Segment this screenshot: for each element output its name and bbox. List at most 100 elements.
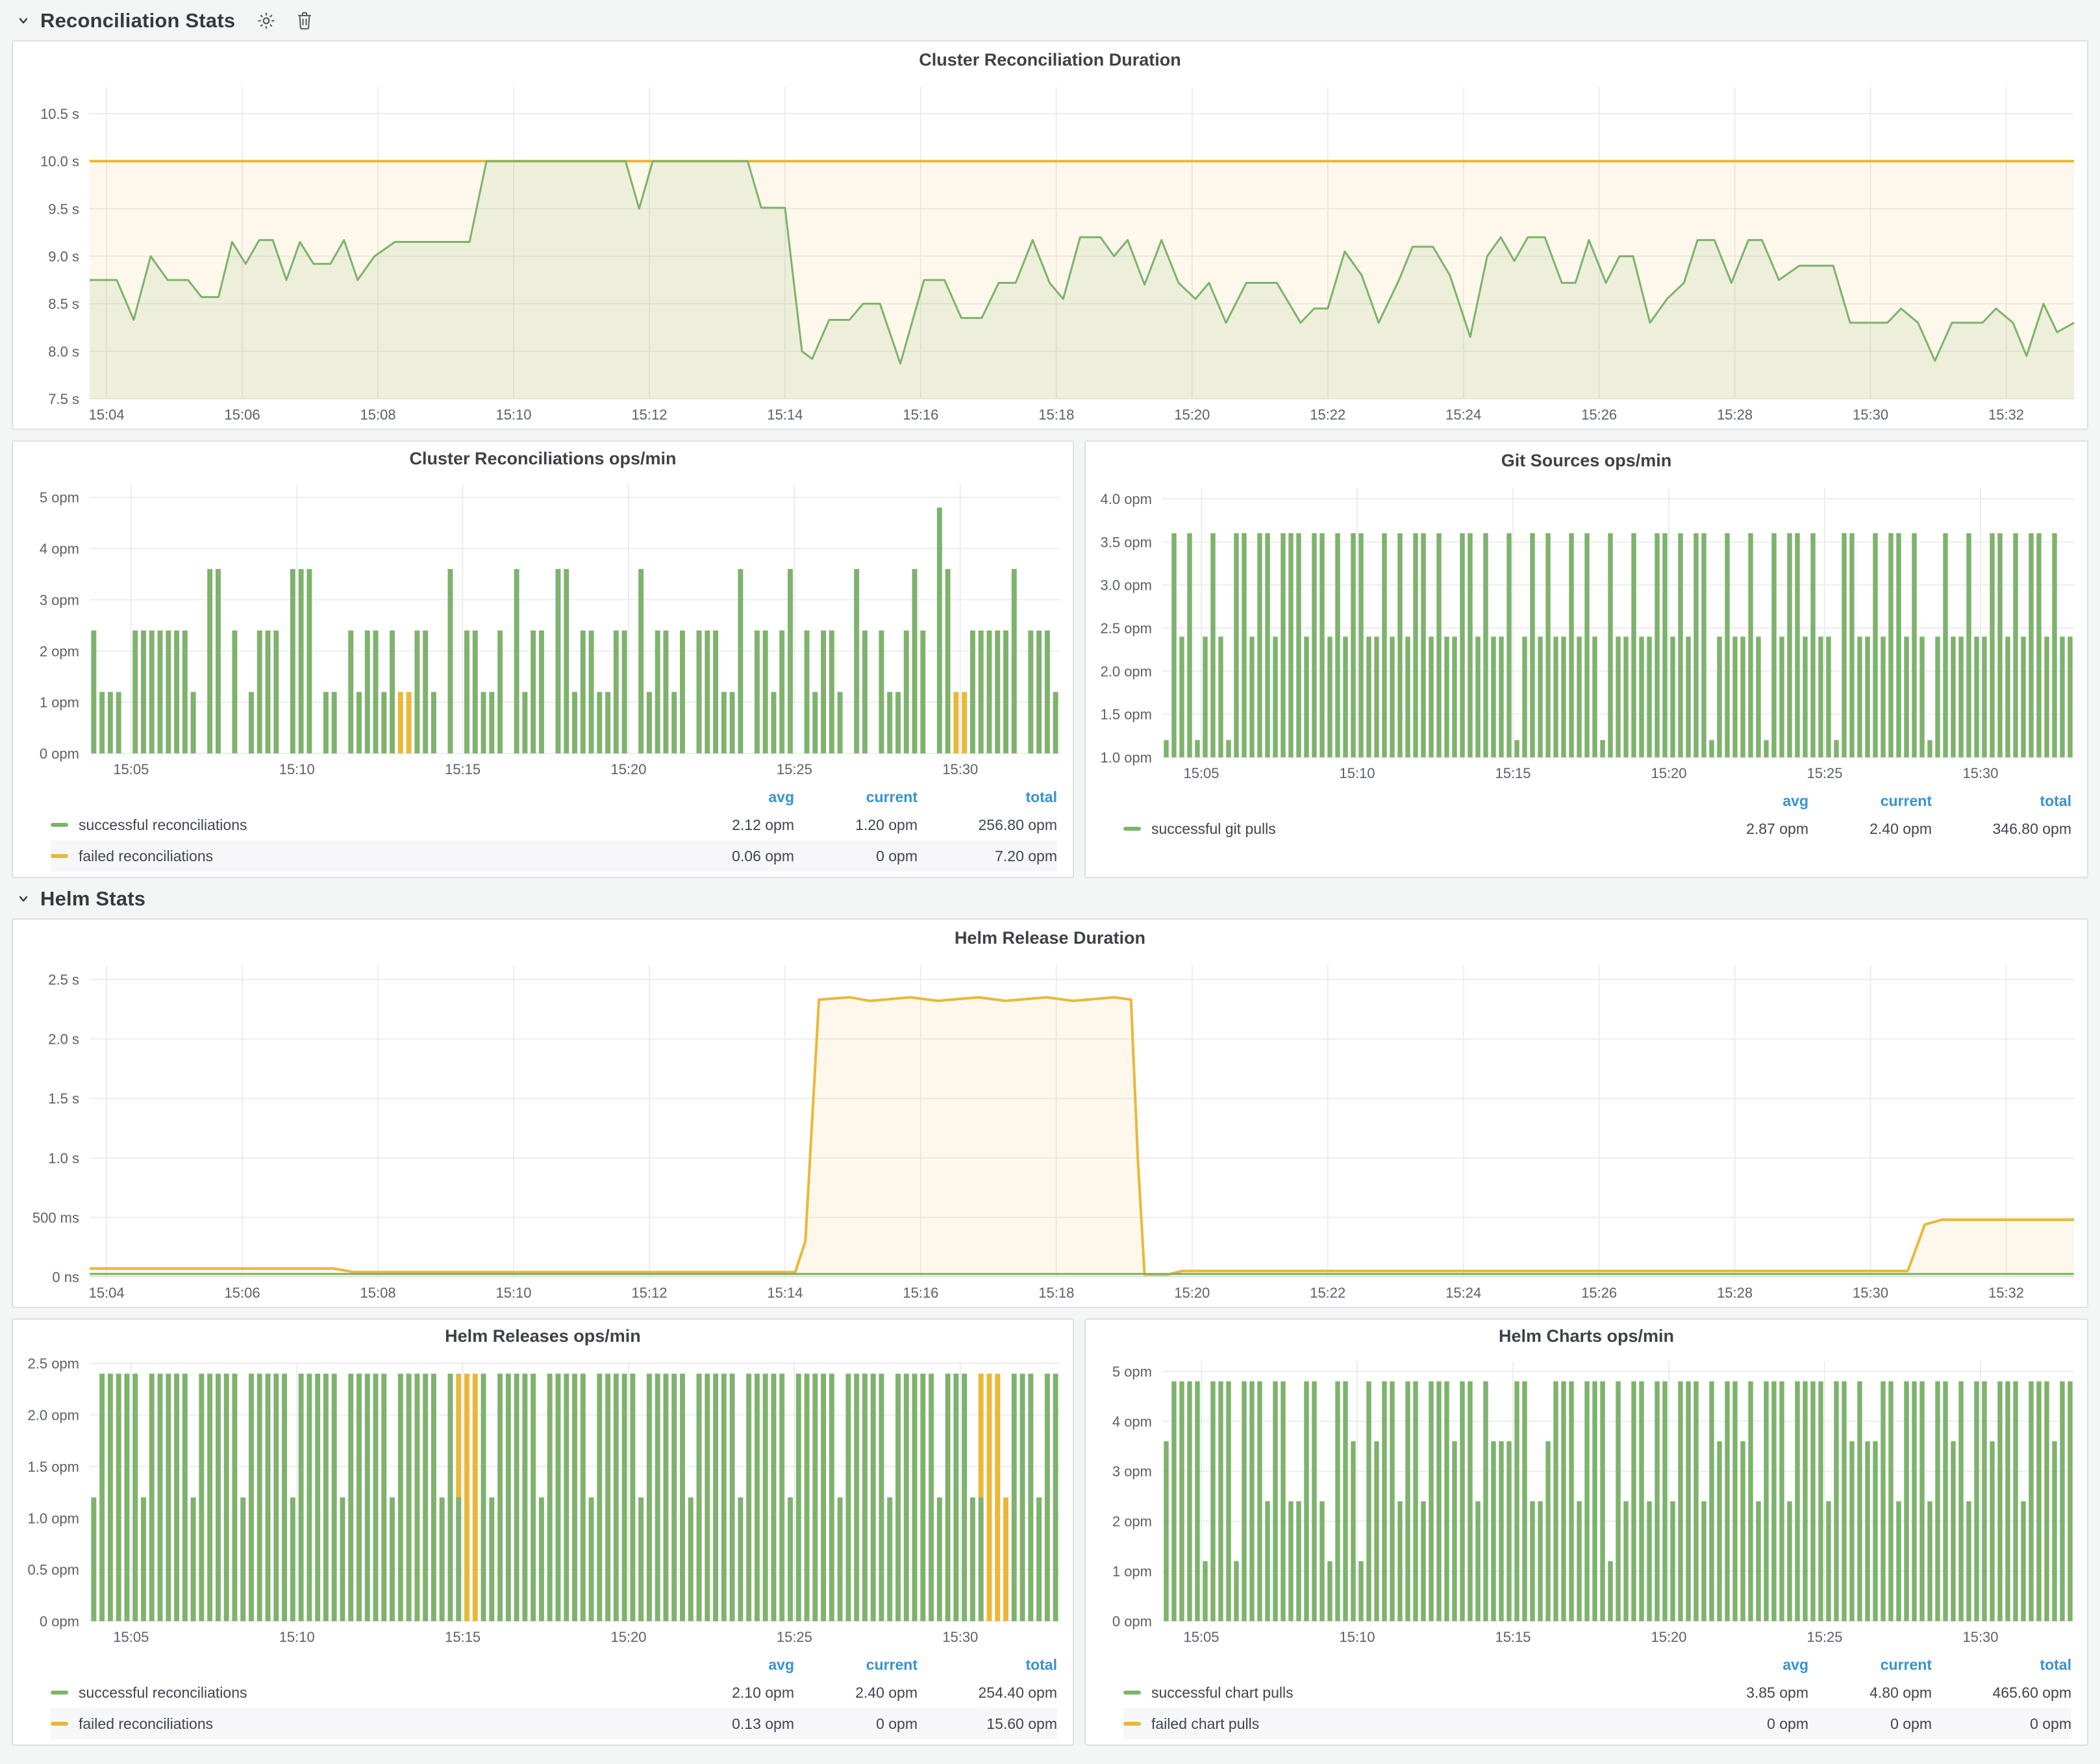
bar-success [862, 631, 868, 753]
bar-success [149, 1374, 155, 1621]
legend-stat-avg: 2.87 opm [1685, 820, 1808, 838]
legend-series-toggle[interactable]: successful git pulls [1123, 820, 1685, 838]
legend-stat-header-avg[interactable]: avg [1685, 792, 1808, 810]
legend-stat-total: 0 opm [1932, 1715, 2071, 1733]
chart-git-sources-rate[interactable]: 1.0 opm1.5 opm2.0 opm2.5 opm3.0 opm3.5 o… [1086, 479, 2087, 786]
bar-success [2052, 533, 2056, 757]
bar-success [1639, 636, 1644, 757]
bar-success [1834, 740, 1838, 757]
bar-success [356, 692, 362, 753]
bar-success [572, 692, 577, 753]
bar-success [2029, 1381, 2033, 1621]
y-axis-tick-label: 3 opm [1112, 1463, 1152, 1480]
legend-stat-total: 346.80 opm [1932, 820, 2071, 838]
dashboard: Reconciliation Stats Cluster Reconciliat… [0, 0, 2100, 1746]
trash-icon[interactable] [295, 10, 314, 31]
chart-helm-charts-rate[interactable]: 0 opm1 opm2 opm3 opm4 opm5 opm15:0515:10… [1086, 1352, 2087, 1650]
x-axis-tick-label: 15:10 [495, 1285, 531, 1301]
bar-success [605, 1374, 610, 1621]
bar-success [1701, 1501, 1706, 1621]
gear-icon[interactable] [256, 10, 277, 31]
panel-title-helm-releases-rate[interactable]: Helm Releases ops/min [13, 1320, 1073, 1352]
panel-title-git-sources-rate[interactable]: Git Sources ops/min [1086, 442, 2087, 479]
bar-success [207, 569, 212, 753]
bar-success [207, 1374, 212, 1621]
bar-success [829, 631, 834, 753]
x-axis-tick-label: 15:22 [1310, 407, 1345, 423]
panel-title-helm-release-duration[interactable]: Helm Release Duration [13, 920, 2087, 956]
legend-table: avgcurrenttotal successful reconciliation… [51, 785, 1057, 872]
legend-stat-header-total[interactable]: total [1932, 1656, 2071, 1674]
legend-stat-avg: 2.12 opm [671, 816, 794, 834]
bar-success [1483, 533, 1488, 757]
bar-success [638, 569, 644, 753]
bar-success [556, 569, 561, 753]
legend-series-toggle[interactable]: failed reconciliations [51, 848, 671, 865]
bar-success [1717, 1441, 1721, 1621]
legend-header-row: avgcurrenttotal [51, 1652, 1057, 1677]
bar-success [1475, 636, 1480, 757]
section-title[interactable]: Reconciliation Stats [40, 9, 235, 32]
legend-stat-header-current[interactable]: current [794, 788, 918, 806]
bar-success [1012, 569, 1017, 753]
chart-cluster-reconciliation-duration[interactable]: 7.5 s8.0 s8.5 s9.0 s9.5 s10.0 s10.5 s15:… [13, 78, 2087, 429]
bar-success [2013, 1381, 2018, 1621]
section-header-helm-stats[interactable]: Helm Stats [12, 878, 2088, 918]
bar-failed [473, 1374, 478, 1621]
panel-title-helm-charts-rate[interactable]: Helm Charts ops/min [1086, 1320, 2087, 1352]
bar-success [1319, 533, 1324, 757]
section-header-reconciliation-stats[interactable]: Reconciliation Stats [12, 0, 2088, 40]
x-axis-tick-label: 15:20 [610, 761, 646, 777]
legend-series-toggle[interactable]: failed reconciliations [51, 1715, 671, 1733]
bar-success [1343, 1381, 1347, 1621]
bar-success [332, 1374, 337, 1621]
bar-success [1662, 533, 1667, 757]
chart-cluster-reconciliations-rate[interactable]: 0 opm1 opm2 opm3 opm4 opm5 opm15:0515:10… [13, 475, 1073, 782]
bar-success [224, 1374, 229, 1621]
x-axis-tick-label: 15:10 [279, 761, 315, 777]
legend-stat-header-total[interactable]: total [918, 788, 1057, 806]
x-axis-tick-label: 15:28 [1717, 1285, 1753, 1301]
legend-series-toggle[interactable]: failed chart pulls [1123, 1715, 1685, 1733]
legend-stat-header-current[interactable]: current [794, 1656, 918, 1674]
chevron-down-icon[interactable] [16, 891, 31, 907]
legend-stat-header-current[interactable]: current [1808, 1656, 1932, 1674]
panel-title-cluster-reconciliation-duration[interactable]: Cluster Reconciliation Duration [13, 42, 2087, 78]
legend-table: avgcurrenttotalsuccessful chart pulls3.8… [1123, 1652, 2071, 1739]
bar-success [1631, 533, 1636, 757]
legend-series-toggle[interactable]: successful reconciliations [51, 1684, 671, 1702]
chart-helm-release-duration[interactable]: 0 ns500 ms1.0 s1.5 s2.0 s2.5 s15:0415:06… [13, 956, 2087, 1307]
bar-failed [456, 1374, 461, 1497]
chevron-down-icon[interactable] [16, 13, 31, 29]
panel-title-cluster-reconciliations-rate[interactable]: Cluster Reconciliations ops/min [13, 442, 1073, 475]
legend-stat-header-total[interactable]: total [918, 1656, 1057, 1674]
legend-stat-header-avg[interactable]: avg [671, 1656, 794, 1674]
bar-success [2021, 636, 2025, 757]
bar-success [821, 631, 826, 753]
legend-stat-header-current[interactable]: current [1808, 792, 1932, 810]
legend-stat-header-total[interactable]: total [1932, 792, 2071, 810]
bar-success [1873, 1441, 1877, 1621]
x-axis-tick-label: 15:10 [1339, 1629, 1375, 1645]
legend-stat-header-avg[interactable]: avg [1685, 1656, 1808, 1674]
y-axis-tick-label: 500 ms [32, 1209, 79, 1226]
bar-success [987, 631, 992, 753]
bar-success [1343, 636, 1347, 757]
bar-success [796, 1374, 801, 1621]
legend-series-toggle[interactable]: successful chart pulls [1123, 1684, 1685, 1702]
bar-success [771, 692, 777, 753]
bar-success [1397, 533, 1402, 757]
chart-helm-releases-rate[interactable]: 0 opm0.5 opm1.0 opm1.5 opm2.0 opm2.5 opm… [13, 1352, 1073, 1650]
bar-success [1045, 1374, 1050, 1621]
legend-stat-header-avg[interactable]: avg [671, 788, 794, 806]
bar-success [481, 692, 486, 753]
bar-success [448, 569, 453, 753]
bar-success [1195, 1381, 1199, 1621]
section-title[interactable]: Helm Stats [40, 887, 145, 911]
bar-success [755, 1374, 760, 1621]
bar-success [1709, 740, 1714, 757]
bar-success [1242, 1381, 1246, 1621]
bar-success [2068, 636, 2072, 757]
legend-series-toggle[interactable]: successful reconciliations [51, 816, 671, 834]
bar-success [1234, 533, 1238, 757]
